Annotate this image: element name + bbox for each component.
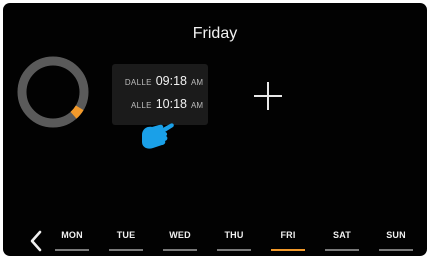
page-title: Friday [192,25,238,42]
to-ampm: AM [191,101,203,110]
tab-label: TUE [116,230,136,240]
from-time-row[interactable]: DALLE 09:18 AM [125,74,203,92]
to-time-row[interactable]: ALLE 10:18 AM [131,97,203,115]
add-schedule-button[interactable] [254,82,282,110]
tab-label: SAT [333,230,351,240]
tab-thu[interactable]: THU [217,229,251,251]
tab-underline [55,249,89,251]
tab-underline [109,249,143,251]
tab-fri[interactable]: FRI [271,229,305,251]
ring-range-marker [70,105,84,119]
from-time: 09:18 [155,74,187,88]
tab-wed[interactable]: WED [163,229,197,251]
from-ampm: AM [191,78,203,87]
chevron-left-icon[interactable] [27,228,45,254]
to-time: 10:18 [155,97,187,111]
to-label: ALLE [130,101,152,110]
tab-label: MON [61,230,83,240]
from-label: DALLE [124,78,152,87]
tab-label: FRI [280,230,296,240]
tab-label: SUN [386,230,406,240]
time-range-ring[interactable] [15,54,91,130]
tab-underline [217,249,251,251]
tab-tue[interactable]: TUE [109,229,143,251]
tab-underline [271,249,305,251]
tab-sun[interactable]: SUN [379,229,413,251]
tab-label: THU [224,230,244,240]
thermostat-screen: Friday DALLE 09:18 AM ALLE 10:18 AM MON … [3,3,427,256]
tab-label: WED [169,230,191,240]
tab-underline [163,249,197,251]
pointing-hand-icon [142,123,174,149]
tab-underline [325,249,359,251]
tab-sat[interactable]: SAT [325,229,359,251]
time-range-card[interactable]: DALLE 09:18 AM ALLE 10:18 AM [112,64,208,125]
tab-mon[interactable]: MON [55,229,89,251]
weekday-tabs: MON TUE WED THU FRI SAT SUN [55,229,415,251]
tab-underline [379,249,413,251]
